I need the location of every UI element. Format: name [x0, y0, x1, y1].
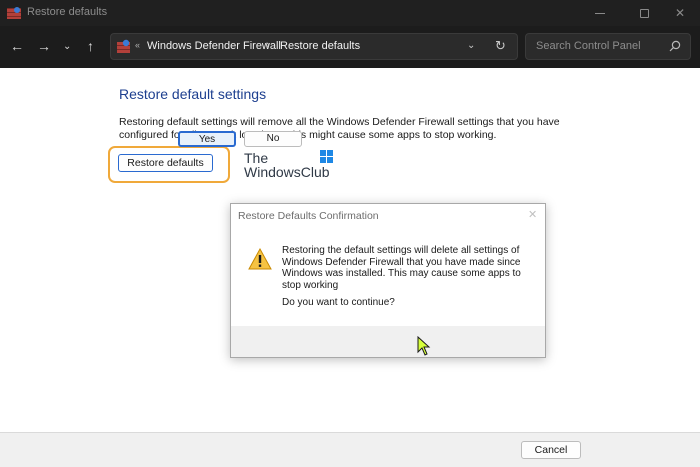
firewall-icon [7, 7, 21, 19]
bottom-bar [0, 432, 700, 467]
warning-icon [248, 248, 272, 270]
restore-defaults-button[interactable]: Restore defaults [118, 154, 213, 172]
dialog-question: Do you want to continue? [282, 297, 395, 308]
breadcrumb-restore-defaults[interactable]: Restore defaults [280, 40, 360, 52]
search-icon[interactable] [669, 40, 681, 52]
logo-text-windowsclub: WindowsClub [244, 164, 330, 180]
dialog-message: Restoring the default settings will dele… [282, 245, 521, 291]
dialog-title-bar: Restore Defaults Confirmation ✕ [231, 204, 545, 228]
dialog-close-icon[interactable]: ✕ [528, 208, 537, 221]
refresh-icon[interactable]: ↻ [495, 38, 506, 54]
windows-logo-icon [320, 150, 333, 163]
firewall-icon [117, 39, 130, 53]
minimize-button[interactable] [577, 0, 623, 26]
title-bar: Restore defaults ✕ [0, 0, 700, 26]
breadcrumb-firewall[interactable]: Windows Defender Firewall [147, 40, 281, 52]
arrow-right-icon[interactable]: → [37, 38, 51, 54]
breadcrumb-separator-icon: › [266, 39, 270, 51]
window-title: Restore defaults [27, 6, 108, 18]
page-title: Restore default settings [119, 86, 267, 102]
confirmation-dialog: Restore Defaults Confirmation ✕ Restorin… [230, 203, 546, 358]
overflow-chevron-icon[interactable]: « [135, 40, 140, 50]
arrow-left-icon[interactable]: ← [10, 38, 24, 54]
cancel-button[interactable]: Cancel [521, 441, 581, 459]
search-input[interactable]: Search Control Panel [525, 33, 691, 60]
close-button[interactable]: ✕ [657, 0, 700, 26]
chevron-down-icon[interactable]: ⌄ [63, 39, 71, 55]
maximize-icon [639, 8, 649, 18]
minimize-icon [595, 12, 605, 14]
search-placeholder: Search Control Panel [536, 40, 641, 52]
thewindowsclub-logo: The WindowsClub [244, 150, 340, 184]
close-icon: ✕ [674, 6, 686, 20]
dialog-title: Restore Defaults Confirmation [238, 210, 379, 222]
mouse-cursor-icon [417, 336, 431, 356]
yes-button[interactable]: Yes [178, 131, 236, 147]
address-dropdown-icon[interactable]: ⌄ [467, 40, 475, 51]
no-button[interactable]: No [244, 131, 302, 147]
dialog-footer [231, 326, 545, 357]
arrow-up-icon[interactable]: ↑ [87, 38, 94, 54]
address-bar[interactable]: « Windows Defender Firewall › Restore de… [110, 33, 518, 60]
